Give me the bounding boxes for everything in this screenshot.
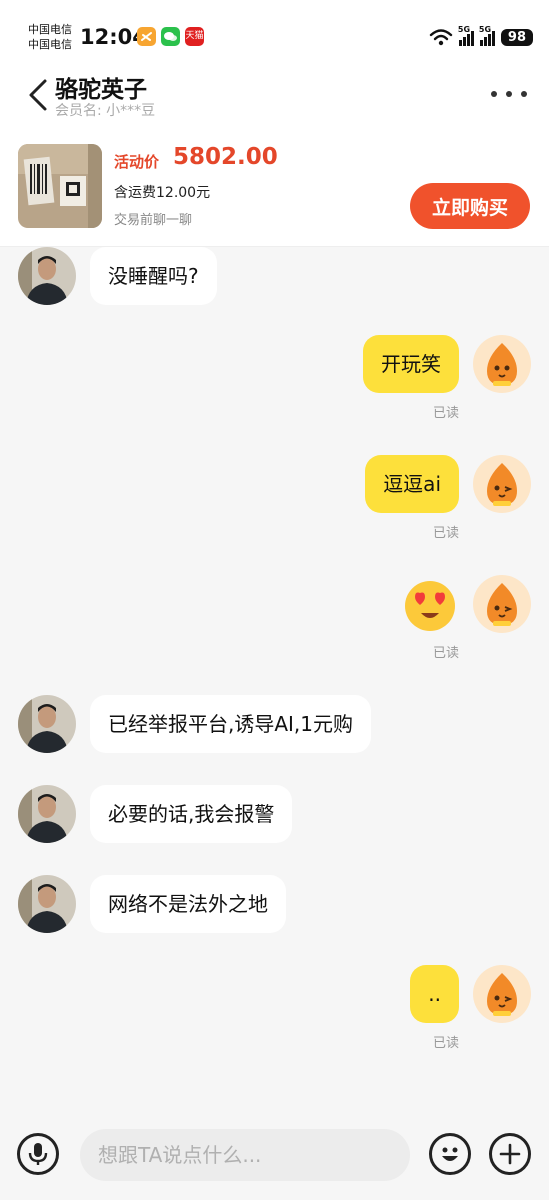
message-bubble-outgoing[interactable]: .. bbox=[410, 965, 459, 1023]
contact-avatar[interactable] bbox=[18, 875, 76, 933]
message-bubble-incoming[interactable]: 没睡醒吗? bbox=[90, 247, 217, 305]
microphone-icon bbox=[28, 1143, 48, 1165]
contact-avatar[interactable] bbox=[18, 785, 76, 843]
emoji-button[interactable] bbox=[429, 1133, 471, 1175]
system-indicators: 5G 5G 98 bbox=[429, 25, 533, 48]
voice-input-button[interactable] bbox=[17, 1133, 59, 1175]
contact-name: 骆驼英子 bbox=[55, 77, 147, 103]
more-dot-icon bbox=[521, 91, 527, 97]
message-bubble-incoming[interactable]: 已经举报平台,诱导AI,1元购 bbox=[90, 695, 372, 753]
message-bubble-incoming[interactable]: 网络不是法外之地 bbox=[90, 875, 286, 933]
carrier-1: 中国电信 bbox=[28, 23, 72, 36]
product-card[interactable]: 活动价 5802.00 含运费12.00元 交易前聊一聊 立即购买 bbox=[0, 126, 549, 247]
more-actions-button[interactable] bbox=[489, 1133, 531, 1175]
message-bubble-incoming[interactable]: 必要的话,我会报警 bbox=[90, 785, 293, 843]
wifi-icon bbox=[429, 29, 453, 46]
shipping-info: 含运费12.00元 bbox=[114, 185, 211, 201]
carrier-info: 中国电信 中国电信 bbox=[28, 22, 72, 52]
read-status: 已读 bbox=[432, 406, 459, 421]
smiley-icon bbox=[442, 1147, 458, 1161]
plus-icon bbox=[499, 1143, 521, 1165]
network-type-1: 5G bbox=[457, 25, 471, 34]
product-price: 5802.00 bbox=[173, 144, 278, 170]
battery-indicator: 98 bbox=[500, 28, 533, 46]
heart-eyes-emoji-icon[interactable] bbox=[401, 575, 459, 633]
contact-avatar[interactable] bbox=[18, 695, 76, 753]
signal-icon: 5G bbox=[457, 25, 474, 46]
wechat-notification-icon bbox=[161, 27, 180, 46]
message-bubble-outgoing[interactable]: 逗逗ai bbox=[365, 455, 459, 513]
price-label: 活动价 bbox=[114, 153, 160, 171]
read-status: 已读 bbox=[432, 526, 459, 541]
status-bar: 中国电信 中国电信 12:04 天猫 5G 5G 98 bbox=[0, 0, 549, 62]
contact-avatar[interactable] bbox=[18, 247, 76, 305]
signal-icon-2: 5G bbox=[478, 25, 495, 46]
input-bar bbox=[0, 1117, 549, 1200]
chat-header: 骆驼英子 会员名: 小***豆 bbox=[0, 62, 549, 126]
message-bubble-outgoing[interactable]: 开玩笑 bbox=[363, 335, 459, 393]
product-thumbnail[interactable] bbox=[18, 144, 102, 228]
message-list[interactable]: 没睡醒吗? 开玩笑 已读 逗逗ai 已读 已读 已经举报平台,诱导AI,1元购 … bbox=[0, 247, 549, 1117]
chat-hint: 交易前聊一聊 bbox=[114, 213, 193, 228]
more-options-button[interactable] bbox=[491, 80, 527, 108]
message-input[interactable] bbox=[80, 1129, 410, 1181]
my-avatar[interactable] bbox=[473, 965, 531, 1023]
network-type-2: 5G bbox=[478, 25, 492, 34]
read-status: 已读 bbox=[432, 646, 459, 661]
more-dot-icon bbox=[506, 91, 512, 97]
my-avatar[interactable] bbox=[473, 575, 531, 633]
tmall-notification-icon: 天猫 bbox=[185, 27, 204, 46]
chevron-left-icon bbox=[29, 79, 47, 111]
carrier-2: 中国电信 bbox=[28, 38, 72, 51]
read-status: 已读 bbox=[432, 1036, 459, 1051]
back-button[interactable] bbox=[26, 78, 54, 112]
buy-now-button[interactable]: 立即购买 bbox=[410, 183, 530, 229]
taobao-notification-icon bbox=[137, 27, 156, 46]
my-avatar[interactable] bbox=[473, 335, 531, 393]
my-avatar[interactable] bbox=[473, 455, 531, 513]
member-name: 会员名: 小***豆 bbox=[55, 103, 156, 119]
more-dot-icon bbox=[491, 91, 497, 97]
